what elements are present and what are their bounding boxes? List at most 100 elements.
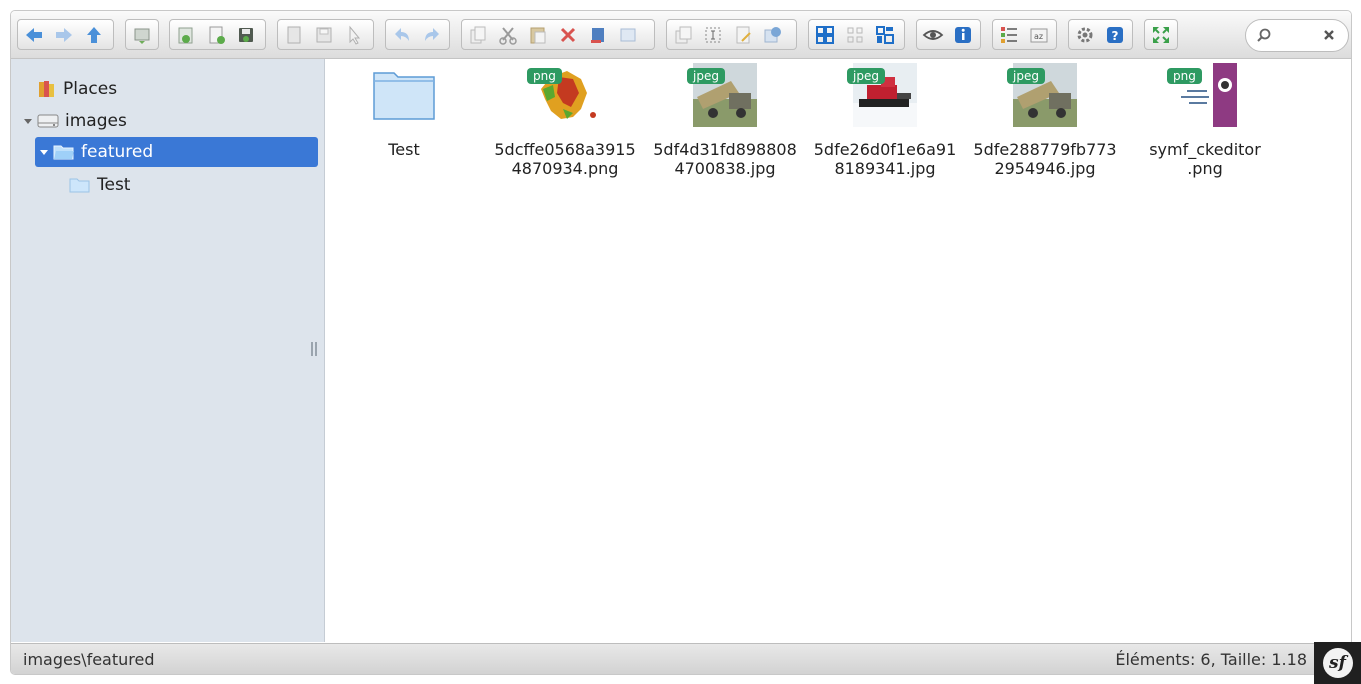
edit-icon: [736, 26, 751, 43]
delete-icon: [560, 27, 576, 42]
file-item[interactable]: jpeg 5dfe288779fb773 2954946.jpg: [965, 59, 1125, 189]
getfile-button[interactable]: [339, 20, 369, 49]
symfony-toolbar-toggle[interactable]: sf: [1314, 642, 1361, 684]
up-button[interactable]: [79, 20, 109, 49]
small-icons-button[interactable]: [840, 20, 870, 49]
empty-icon: [591, 27, 604, 43]
small-grid-icon: [847, 27, 863, 42]
toolbar-group-view-mode: [808, 19, 905, 50]
empty-button[interactable]: [583, 20, 613, 49]
settings-button[interactable]: [1070, 20, 1100, 49]
search-box[interactable]: [1245, 19, 1349, 52]
delete-button[interactable]: [553, 20, 583, 49]
toolbar-group-history: [385, 19, 450, 50]
download-button[interactable]: [309, 20, 339, 49]
folder-icon: [373, 72, 435, 120]
file-name: 5dfe288779fb773 2954946.jpg: [973, 140, 1117, 178]
file-area: Test png 5dcffe0568a3915 4870934.png jpe…: [325, 59, 1351, 642]
redo-icon: [425, 27, 439, 41]
toolbar-group-fullscreen: [1144, 19, 1178, 50]
file-type-badge: jpeg: [847, 68, 885, 84]
cut-button[interactable]: [493, 20, 523, 49]
info-button[interactable]: [948, 20, 978, 49]
file-name: 5dfe26d0f1e6a91 8189341.jpg: [813, 140, 957, 178]
getfile-icon: [349, 25, 361, 45]
mkdir-button[interactable]: [171, 20, 201, 49]
paste-button[interactable]: [523, 20, 553, 49]
fullscreen-button[interactable]: [1146, 20, 1176, 49]
help-button[interactable]: ?: [1100, 20, 1130, 49]
open-icon: [287, 26, 301, 43]
duplicate-button[interactable]: [668, 20, 698, 49]
sidebar-item-featured[interactable]: featured: [35, 137, 318, 167]
file-item[interactable]: png symf_ckeditor .png: [1125, 59, 1285, 189]
download-icon: [316, 27, 332, 42]
file-name: 5dcffe0568a3915 4870934.png: [494, 140, 636, 178]
back-icon: [26, 27, 42, 42]
rename-button[interactable]: [698, 20, 728, 49]
file-item[interactable]: jpeg 5df4d31fd898808 4700838.jpg: [645, 59, 805, 189]
help-icon: ?: [1107, 26, 1123, 43]
list-view-button[interactable]: [994, 20, 1024, 49]
open-button[interactable]: [279, 20, 309, 49]
copy-button[interactable]: [463, 20, 493, 49]
toolbar-group-info: [916, 19, 981, 50]
undo-button[interactable]: [387, 20, 417, 49]
up-icon: [87, 26, 101, 43]
file-item[interactable]: png 5dcffe0568a3915 4870934.png: [485, 59, 645, 189]
toolbar-group-sort: az: [992, 19, 1057, 50]
file-manager: az ? Places images featured Test Test pn…: [10, 10, 1352, 675]
file-item[interactable]: Test: [324, 59, 484, 189]
view-icon: [922, 29, 944, 40]
sidebar-item-label: Places: [63, 79, 118, 99]
mkfile-icon: [209, 26, 225, 44]
cut-icon: [499, 26, 517, 45]
file-item[interactable]: jpeg 5dfe26d0f1e6a91 8189341.jpg: [805, 59, 965, 189]
reload-button[interactable]: [127, 20, 157, 49]
status-bar: images\featured Éléments: 6, Taille: 1.1…: [11, 643, 1351, 674]
redo-button[interactable]: [417, 20, 447, 49]
sidebar-item-images[interactable]: images: [23, 106, 293, 136]
sidebar-item-test[interactable]: Test: [69, 170, 299, 200]
edit-button[interactable]: [728, 20, 758, 49]
reload-icon: [134, 28, 150, 44]
upload-icon: [239, 27, 253, 42]
settings-icon: [1077, 27, 1093, 42]
quicklook-button[interactable]: [918, 20, 948, 49]
paste-icon: [530, 27, 546, 43]
status-info: Éléments: 6, Taille: 1.18: [1115, 650, 1307, 669]
resize-button[interactable]: [758, 20, 788, 49]
fullscreen-icon: [1153, 26, 1169, 43]
back-button[interactable]: [19, 20, 49, 49]
collapse-arrow-icon[interactable]: [39, 147, 49, 157]
status-path: images\featured: [23, 650, 155, 669]
file-name: Test: [388, 140, 420, 159]
sidebar-item-label: images: [65, 111, 127, 131]
info-icon: [955, 26, 971, 43]
toolbar-group-create: [169, 19, 266, 50]
sidebar-item-places[interactable]: Places: [37, 74, 297, 104]
file-name: 5df4d31fd898808 4700838.jpg: [653, 140, 797, 178]
svg-text:?: ?: [1112, 29, 1119, 43]
mkfile-button[interactable]: [201, 20, 231, 49]
tiles-icon: [876, 25, 894, 44]
sidebar-resize-handle[interactable]: [311, 342, 317, 356]
duplicate-icon: [675, 26, 692, 43]
upload-button[interactable]: [231, 20, 261, 49]
icons-view-button[interactable]: [810, 20, 840, 49]
file-type-badge: jpeg: [1007, 68, 1045, 84]
drive-icon: [37, 114, 59, 128]
file-type-badge: jpeg: [687, 68, 725, 84]
undo-icon: [395, 27, 409, 41]
forward-button[interactable]: [49, 20, 79, 49]
sidebar-item-label: Test: [97, 175, 131, 195]
sort-button[interactable]: az: [1024, 20, 1054, 49]
symfony-icon: sf: [1322, 648, 1353, 678]
expand-arrow-icon[interactable]: [23, 116, 33, 126]
hide-button[interactable]: [613, 20, 643, 49]
clear-icon[interactable]: [1322, 28, 1336, 42]
sidebar-tree: Places images featured Test: [11, 59, 325, 642]
search-icon[interactable]: [1255, 27, 1273, 45]
tiles-view-button[interactable]: [870, 20, 900, 49]
toolbar-group-reload: [125, 19, 159, 50]
